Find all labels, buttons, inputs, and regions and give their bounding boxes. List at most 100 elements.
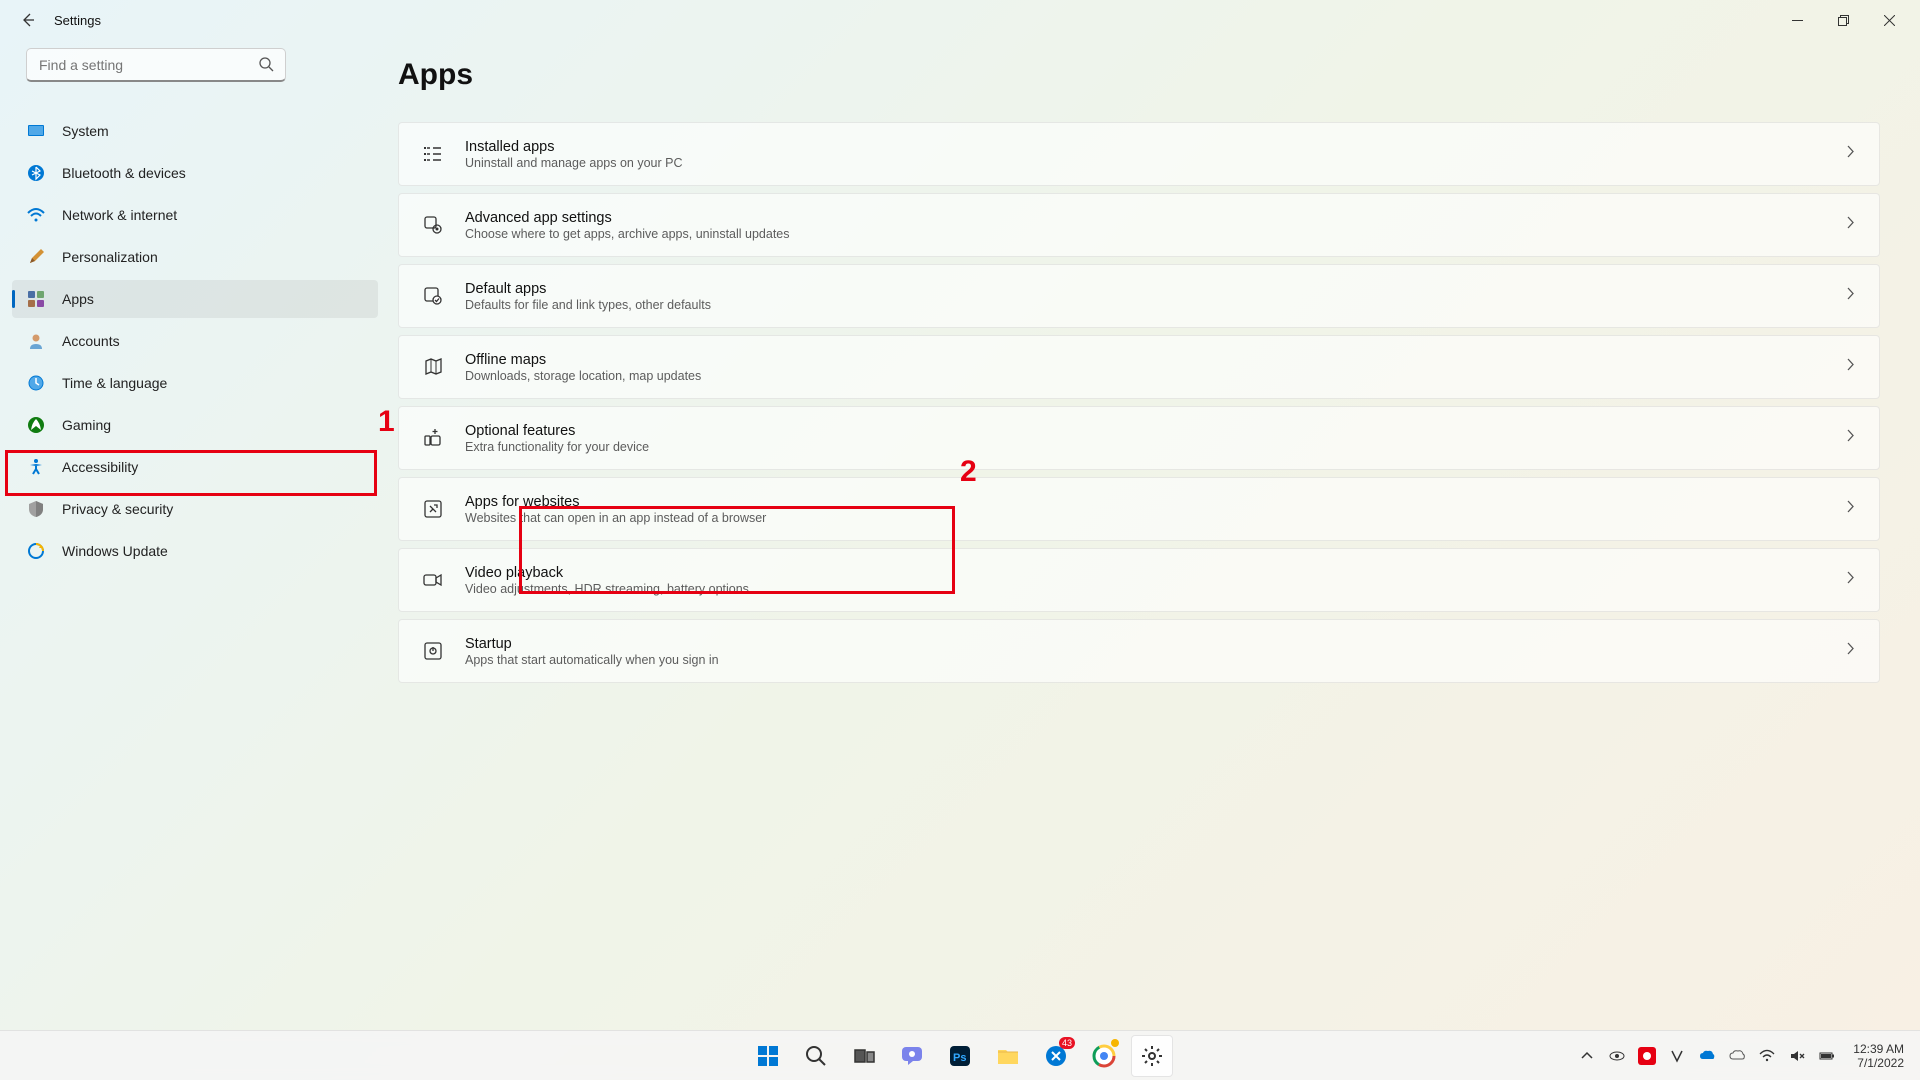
card-title: Default apps	[465, 281, 1844, 297]
chevron-right-icon	[1844, 358, 1857, 376]
video-icon	[421, 568, 445, 592]
system-icon	[26, 121, 46, 141]
apps-icon	[26, 289, 46, 309]
card-text: Apps for websites Websites that can open…	[465, 494, 1844, 525]
card-title: Installed apps	[465, 139, 1844, 155]
sidebar-item-apps[interactable]: Apps	[12, 280, 378, 318]
content: Apps Installed apps Uninstall and manage…	[390, 40, 1920, 1030]
system-tray: 12:39 AM 7/1/2022	[1577, 1042, 1920, 1070]
card-subtitle: Apps that start automatically when you s…	[465, 653, 1844, 667]
taskbar-taskview[interactable]	[843, 1035, 885, 1077]
sidebar-item-label: Windows Update	[62, 543, 168, 559]
titlebar: Settings	[0, 0, 1920, 40]
card-startup[interactable]: Startup Apps that start automatically wh…	[398, 619, 1880, 683]
sidebar-item-gaming[interactable]: Gaming	[12, 406, 378, 444]
close-button[interactable]	[1866, 0, 1912, 40]
tray-onedrive[interactable]	[1697, 1046, 1717, 1066]
card-text: Advanced app settings Choose where to ge…	[465, 210, 1844, 241]
chat-icon	[900, 1044, 924, 1068]
card-installed-apps[interactable]: Installed apps Uninstall and manage apps…	[398, 122, 1880, 186]
gear-icon	[1140, 1044, 1164, 1068]
tray-chevron-up[interactable]	[1577, 1046, 1597, 1066]
sidebar-item-bluetooth[interactable]: Bluetooth & devices	[12, 154, 378, 192]
card-text: Video playback Video adjustments, HDR st…	[465, 565, 1844, 596]
minimize-button[interactable]	[1774, 0, 1820, 40]
sidebar: System Bluetooth & devices Network & int…	[0, 40, 390, 1030]
card-offline-maps[interactable]: Offline maps Downloads, storage location…	[398, 335, 1880, 399]
taskbar-center: Ps 43	[747, 1035, 1173, 1077]
back-button[interactable]	[8, 0, 48, 40]
card-title: Offline maps	[465, 352, 1844, 368]
page-title: Apps	[398, 58, 1880, 92]
sidebar-item-personalization[interactable]: Personalization	[12, 238, 378, 276]
tray-red-app[interactable]	[1637, 1046, 1657, 1066]
card-apps-for-websites[interactable]: Apps for websites Websites that can open…	[398, 477, 1880, 541]
tray-onedrive-2[interactable]	[1727, 1046, 1747, 1066]
card-subtitle: Extra functionality for your device	[465, 440, 1844, 454]
card-video-playback[interactable]: Video playback Video adjustments, HDR st…	[398, 548, 1880, 612]
card-subtitle: Choose where to get apps, archive apps, …	[465, 227, 1844, 241]
tray-wifi[interactable]	[1757, 1046, 1777, 1066]
chevron-right-icon	[1844, 642, 1857, 660]
taskbar-file-explorer[interactable]	[987, 1035, 1029, 1077]
maps-icon	[421, 355, 445, 379]
maximize-button[interactable]	[1820, 0, 1866, 40]
chevron-right-icon	[1844, 216, 1857, 234]
gaming-icon	[26, 415, 46, 435]
svg-text:Ps: Ps	[953, 1052, 966, 1064]
sidebar-item-label: Accessibility	[62, 459, 138, 475]
apps-websites-icon	[421, 497, 445, 521]
card-title: Apps for websites	[465, 494, 1844, 510]
close-icon	[1884, 15, 1895, 26]
chevron-up-icon	[1579, 1048, 1595, 1064]
person-icon	[26, 331, 46, 351]
card-optional-features[interactable]: Optional features Extra functionality fo…	[398, 406, 1880, 470]
card-text: Optional features Extra functionality fo…	[465, 423, 1844, 454]
card-title: Startup	[465, 636, 1844, 652]
minimize-icon	[1792, 15, 1803, 26]
taskbar-app-badge[interactable]: 43	[1035, 1035, 1077, 1077]
chevron-right-icon	[1844, 571, 1857, 589]
card-subtitle: Websites that can open in an app instead…	[465, 511, 1844, 525]
card-advanced-app-settings[interactable]: Advanced app settings Choose where to ge…	[398, 193, 1880, 257]
search-input[interactable]	[26, 48, 286, 82]
card-text: Startup Apps that start automatically wh…	[465, 636, 1844, 667]
taskbar-chat[interactable]	[891, 1035, 933, 1077]
tray-v-app[interactable]	[1667, 1046, 1687, 1066]
taskbar-clock[interactable]: 12:39 AM 7/1/2022	[1847, 1042, 1910, 1070]
card-subtitle: Downloads, storage location, map updates	[465, 369, 1844, 383]
eye-icon	[1609, 1048, 1625, 1064]
taskbar-settings[interactable]	[1131, 1035, 1173, 1077]
wifi-icon	[26, 205, 46, 225]
battery-icon	[1819, 1048, 1835, 1064]
folder-icon	[996, 1044, 1020, 1068]
paintbrush-icon	[26, 247, 46, 267]
sidebar-item-accounts[interactable]: Accounts	[12, 322, 378, 360]
sidebar-item-time-language[interactable]: Time & language	[12, 364, 378, 402]
sidebar-item-system[interactable]: System	[12, 112, 378, 150]
accessibility-icon	[26, 457, 46, 477]
sidebar-item-label: System	[62, 123, 109, 139]
taskbar-search[interactable]	[795, 1035, 837, 1077]
start-button[interactable]	[747, 1035, 789, 1077]
taskbar-photoshop[interactable]: Ps	[939, 1035, 981, 1077]
default-apps-icon	[421, 284, 445, 308]
tray-battery[interactable]	[1817, 1046, 1837, 1066]
main-area: System Bluetooth & devices Network & int…	[0, 40, 1920, 1030]
chevron-right-icon	[1844, 429, 1857, 447]
search-icon	[804, 1044, 828, 1068]
clock-date: 7/1/2022	[1853, 1056, 1904, 1070]
sidebar-item-network[interactable]: Network & internet	[12, 196, 378, 234]
shield-icon	[26, 499, 46, 519]
bluetooth-icon	[26, 163, 46, 183]
sidebar-item-privacy[interactable]: Privacy & security	[12, 490, 378, 528]
tray-volume[interactable]	[1787, 1046, 1807, 1066]
card-title: Optional features	[465, 423, 1844, 439]
sidebar-item-accessibility[interactable]: Accessibility	[12, 448, 378, 486]
sidebar-item-windows-update[interactable]: Windows Update	[12, 532, 378, 570]
card-text: Default apps Defaults for file and link …	[465, 281, 1844, 312]
sidebar-item-label: Time & language	[62, 375, 167, 391]
card-default-apps[interactable]: Default apps Defaults for file and link …	[398, 264, 1880, 328]
tray-nvidia[interactable]	[1607, 1046, 1627, 1066]
taskbar-chrome[interactable]	[1083, 1035, 1125, 1077]
